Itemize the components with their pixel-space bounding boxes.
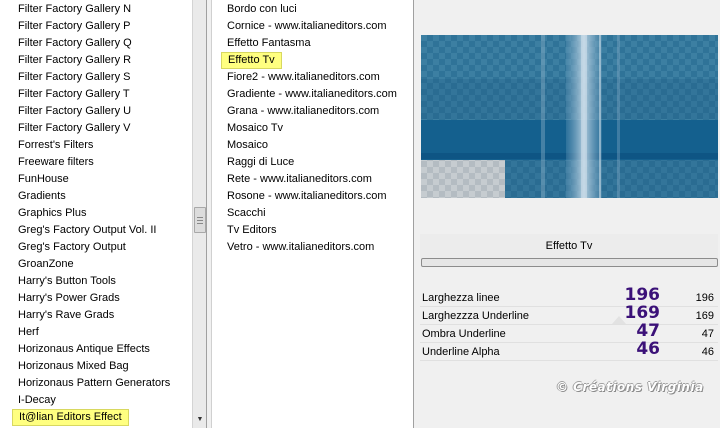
parameter-highlight-value: 46 — [636, 339, 660, 359]
filter-title: Effetto Tv — [420, 234, 718, 258]
parameter-highlight-value: 196 — [624, 285, 661, 305]
category-item[interactable]: Harry's Power Grads — [18, 290, 120, 307]
category-item[interactable]: Filter Factory Gallery Q — [18, 35, 132, 52]
parameter-slider-row[interactable]: Larghezza linee 196 196 — [420, 285, 718, 307]
preview-image — [421, 35, 718, 198]
category-item[interactable]: Filter Factory Gallery U — [18, 103, 131, 120]
parameter-value[interactable]: 46 — [702, 345, 714, 359]
category-item[interactable]: Filter Factory Gallery V — [18, 120, 130, 137]
parameter-value[interactable]: 169 — [696, 309, 714, 323]
parameter-value[interactable]: 47 — [702, 327, 714, 341]
category-item[interactable]: Filter Factory Gallery S — [18, 69, 130, 86]
parameter-label: Underline Alpha — [422, 346, 500, 358]
category-item[interactable]: Graphics Plus — [18, 205, 86, 222]
effect-item[interactable]: Fiore2 - www.italianeditors.com — [227, 69, 380, 86]
category-item[interactable]: Horizonaus Pattern Generators — [18, 375, 170, 392]
category-item[interactable]: Gradients — [18, 188, 66, 205]
effect-item[interactable]: Vetro - www.italianeditors.com — [227, 239, 374, 256]
filter-settings-panel: Effetto Tv Larghezza linee 196 196 Larghezz… — [416, 0, 720, 428]
parameter-slider-row[interactable]: Underline Alpha 46 46 — [420, 339, 718, 361]
category-item[interactable]: It@lian Editors Effect — [12, 409, 129, 426]
category-item[interactable]: Horizonaus Mixed Bag — [18, 358, 129, 375]
category-item[interactable]: Greg's Factory Output Vol. II — [18, 222, 156, 239]
watermark: © Créations Virginia — [556, 380, 704, 394]
effect-item[interactable]: Effetto Tv — [221, 52, 282, 69]
effect-item[interactable]: Rete - www.italianeditors.com — [227, 171, 372, 188]
parameter-label: Ombra Underline — [422, 328, 506, 340]
parameter-label: Larghezza linee — [422, 292, 500, 304]
effect-item[interactable]: Gradiente - www.italianeditors.com — [227, 86, 397, 103]
category-scrollbar[interactable]: ▼ — [192, 0, 206, 428]
category-item[interactable]: Harry's Button Tools — [18, 273, 116, 290]
effect-item[interactable]: Cornice - www.italianeditors.com — [227, 18, 387, 35]
category-item[interactable]: GroanZone — [18, 256, 74, 273]
category-item[interactable]: Harry's Rave Grads — [18, 307, 114, 324]
parameter-highlight-value: 47 — [636, 321, 660, 341]
category-item[interactable]: Horizonaus Antique Effects — [18, 341, 150, 358]
effect-item[interactable]: Tv Editors — [227, 222, 277, 239]
category-item[interactable]: Filter Factory Gallery R — [18, 52, 131, 69]
effect-item[interactable]: Rosone - www.italianeditors.com — [227, 188, 387, 205]
effect-item[interactable]: Scacchi — [227, 205, 266, 222]
parameter-slider-row[interactable]: Larghezzza Underline 169 169 — [420, 305, 718, 325]
effect-item[interactable]: Mosaico Tv — [227, 120, 283, 137]
category-item[interactable]: Filter Factory Gallery T — [18, 86, 130, 103]
slider-caret-icon — [612, 316, 626, 324]
category-item[interactable]: Filter Factory Gallery N — [18, 1, 131, 18]
parameter-label: Larghezzza Underline — [422, 310, 530, 322]
category-item[interactable]: Herf — [18, 324, 39, 341]
effect-item[interactable]: Mosaico — [227, 137, 268, 154]
effect-list-panel: Bordo con luci Cornice - www.italianedito… — [211, 0, 414, 428]
category-item[interactable]: I-Decay — [18, 392, 56, 409]
progress-bar — [421, 258, 718, 267]
scroll-down-icon[interactable]: ▼ — [194, 414, 206, 426]
effect-item[interactable]: Bordo con luci — [227, 1, 297, 18]
parameter-slider-row[interactable]: Ombra Underline 47 47 — [420, 321, 718, 343]
category-item[interactable]: Filter Factory Gallery P — [18, 18, 130, 35]
category-item[interactable]: Greg's Factory Output — [18, 239, 126, 256]
parameter-value[interactable]: 196 — [696, 291, 714, 305]
scrollbar-thumb[interactable] — [194, 207, 206, 233]
effect-item[interactable]: Raggi di Luce — [227, 154, 294, 171]
category-item[interactable]: Freeware filters — [18, 154, 94, 171]
category-list-panel: Filter Factory Gallery N Filter Factory G… — [0, 0, 207, 428]
category-item[interactable]: Forrest's Filters — [18, 137, 93, 154]
category-item[interactable]: FunHouse — [18, 171, 69, 188]
effect-item[interactable]: Effetto Fantasma — [227, 35, 311, 52]
effect-item[interactable]: Grana - www.italianeditors.com — [227, 103, 379, 120]
